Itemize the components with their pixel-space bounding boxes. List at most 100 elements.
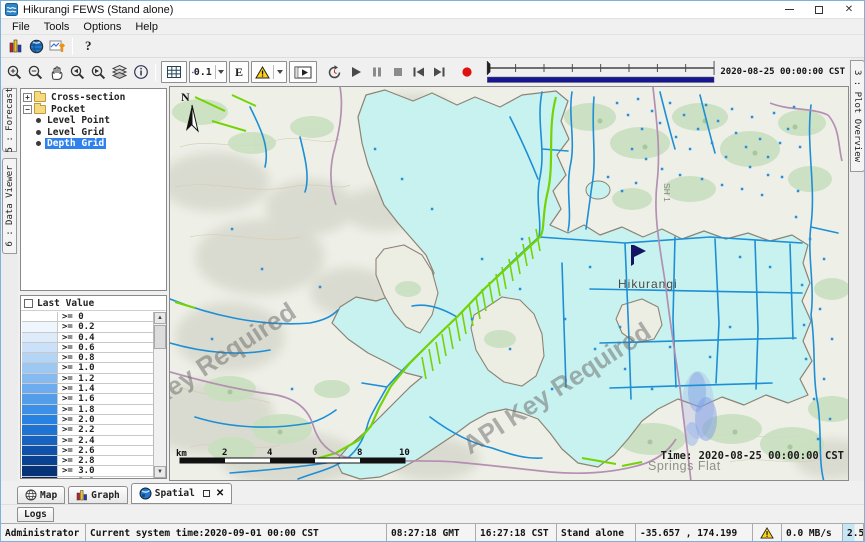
folder-icon	[34, 93, 46, 102]
panel-restore-icon[interactable]	[203, 490, 210, 497]
map-display-button[interactable]	[26, 36, 47, 57]
pan-button[interactable]	[46, 62, 67, 83]
legend-row[interactable]: >= 1.2	[22, 374, 153, 384]
play-button[interactable]	[345, 62, 366, 83]
title-bar: Hikurangi FEWS (Stand alone) ✕	[1, 1, 864, 19]
menu-options[interactable]: Options	[76, 21, 128, 33]
animation-export-button[interactable]	[289, 61, 317, 83]
first-frame-button[interactable]	[408, 62, 429, 83]
filter-panel: + Cross-section − Pocket Level Point Lev…	[18, 86, 169, 481]
timeline-slider[interactable]	[485, 59, 716, 85]
legend-row[interactable]: >= 0.4	[22, 333, 153, 343]
expand-icon[interactable]: +	[23, 93, 32, 102]
record-button[interactable]	[456, 62, 477, 83]
legend-toggle-button[interactable]: E	[229, 61, 249, 83]
interval-dropdown-button[interactable]: 0.1	[189, 61, 227, 83]
legend-row[interactable]: >= 2.2	[22, 425, 153, 435]
scroll-up-icon[interactable]: ▲	[154, 312, 166, 324]
maximize-button[interactable]	[804, 1, 834, 18]
layers-button[interactable]	[109, 62, 130, 83]
tab-spatial[interactable]: Spatial ✕	[131, 483, 232, 504]
node-bullet-icon	[36, 141, 41, 146]
legend-header: Last Value	[21, 296, 166, 311]
globe-icon	[29, 39, 44, 54]
logs-tab[interactable]: Logs	[17, 507, 54, 522]
zoom-in-button[interactable]	[4, 62, 25, 83]
legend-row[interactable]: >= 0.6	[22, 343, 153, 353]
legend-row[interactable]: >= 1.4	[22, 384, 153, 394]
legend-row-label: >= 0.8	[58, 353, 153, 362]
scroll-down-icon[interactable]: ▼	[154, 466, 166, 478]
status-warning-cell[interactable]	[752, 523, 782, 542]
legend-row-label: >= 0.2	[58, 322, 153, 331]
zoom-next-button[interactable]	[88, 62, 109, 83]
legend-row[interactable]: >= 0.8	[22, 353, 153, 363]
last-value-checkbox[interactable]	[24, 299, 33, 308]
legend-row[interactable]: >= 1.6	[22, 394, 153, 404]
explorer-button[interactable]	[5, 36, 26, 57]
zoom-previous-icon	[69, 64, 86, 81]
scroll-thumb[interactable]	[154, 325, 166, 349]
zoom-out-button[interactable]	[25, 62, 46, 83]
tree-item-pocket[interactable]: − Pocket	[23, 104, 166, 116]
legend-scrollbar[interactable]: ▲ ▼	[153, 312, 166, 478]
pause-button[interactable]	[366, 62, 387, 83]
legend-swatch	[22, 353, 58, 362]
legend-row[interactable]: >= 2.6	[22, 446, 153, 456]
timeseries-display-button[interactable]	[47, 36, 68, 57]
scale-tick: 6	[312, 448, 317, 458]
map-toolbar: 0.1 E	[1, 58, 849, 86]
legend-row[interactable]: >= 1.0	[22, 363, 153, 373]
tree-item-label: Level Point	[45, 115, 112, 126]
help-button[interactable]: ?	[77, 38, 100, 54]
legend-row-label: >= 3.0	[58, 466, 153, 475]
status-user: Administrator	[0, 523, 86, 542]
globe-blue-icon	[139, 487, 152, 500]
menu-tools[interactable]: Tools	[37, 21, 77, 33]
map-viewport[interactable]: Hikurangi Springs Flat SH 1 N km 2 4 6 8…	[169, 86, 849, 481]
legend-list: >= 0>= 0.2 >= 0.4>= 0.6>= 0.8>= 1.0>= 1.2…	[22, 312, 153, 478]
tree-item-cross-section[interactable]: + Cross-section	[23, 92, 166, 104]
window-title: Hikurangi FEWS (Stand alone)	[23, 4, 173, 16]
close-icon: ✕	[845, 4, 853, 15]
tree-item-level-grid[interactable]: Level Grid	[23, 127, 166, 139]
stop-button[interactable]	[387, 62, 408, 83]
tab-plot-overview[interactable]: 3 : Plot Overview	[850, 60, 865, 172]
tree-item-depth-grid[interactable]: Depth Grid	[23, 138, 166, 150]
menu-bar: File Tools Options Help	[1, 19, 864, 35]
map-canvas[interactable]: Hikurangi Springs Flat SH 1 N km 2 4 6 8…	[170, 87, 849, 481]
legend-row-label: >= 1.8	[58, 405, 153, 414]
scale-tick: 2	[222, 448, 227, 458]
legend-swatch	[22, 343, 58, 352]
legend-row[interactable]: >= 2.0	[22, 415, 153, 425]
menu-file[interactable]: File	[5, 21, 37, 33]
legend-row[interactable]: >= 2.8	[22, 456, 153, 466]
grid-display-button[interactable]	[161, 61, 187, 83]
tab-graph[interactable]: Graph	[68, 486, 128, 504]
tab-map[interactable]: Map	[17, 486, 65, 504]
legend-row[interactable]: >= 0.2	[22, 322, 153, 332]
tab-data-viewer[interactable]: 6 : Data Viewer	[2, 158, 17, 254]
loop-animation-button[interactable]	[324, 62, 345, 83]
tree-item-level-point[interactable]: Level Point	[23, 115, 166, 127]
minimize-button[interactable]	[774, 1, 804, 18]
zoom-previous-button[interactable]	[67, 62, 88, 83]
legend-row[interactable]: >= 0	[22, 312, 153, 322]
menu-help[interactable]: Help	[128, 21, 165, 33]
close-button[interactable]: ✕	[834, 1, 864, 18]
warning-dropdown-button[interactable]	[251, 61, 287, 83]
interval-label: 0.1	[194, 67, 212, 78]
panel-close-icon[interactable]: ✕	[216, 488, 224, 499]
application-window: Hikurangi FEWS (Stand alone) ✕ File Tool…	[0, 0, 865, 542]
info-button[interactable]	[130, 62, 151, 83]
collapse-icon[interactable]: −	[23, 105, 32, 114]
legend-row-label: >= 0.4	[58, 333, 153, 342]
tab-forecast[interactable]: 5 : Forecast	[2, 88, 17, 152]
legend-row[interactable]: >= 3.0	[22, 466, 153, 476]
legend-row[interactable]: >= 2.4	[22, 436, 153, 446]
tree-item-label: Pocket	[49, 104, 87, 115]
legend-swatch	[22, 384, 58, 393]
legend-row[interactable]: >= 1.8	[22, 405, 153, 415]
last-frame-button[interactable]	[429, 62, 450, 83]
legend-row[interactable]: >= 3.2	[22, 477, 153, 478]
